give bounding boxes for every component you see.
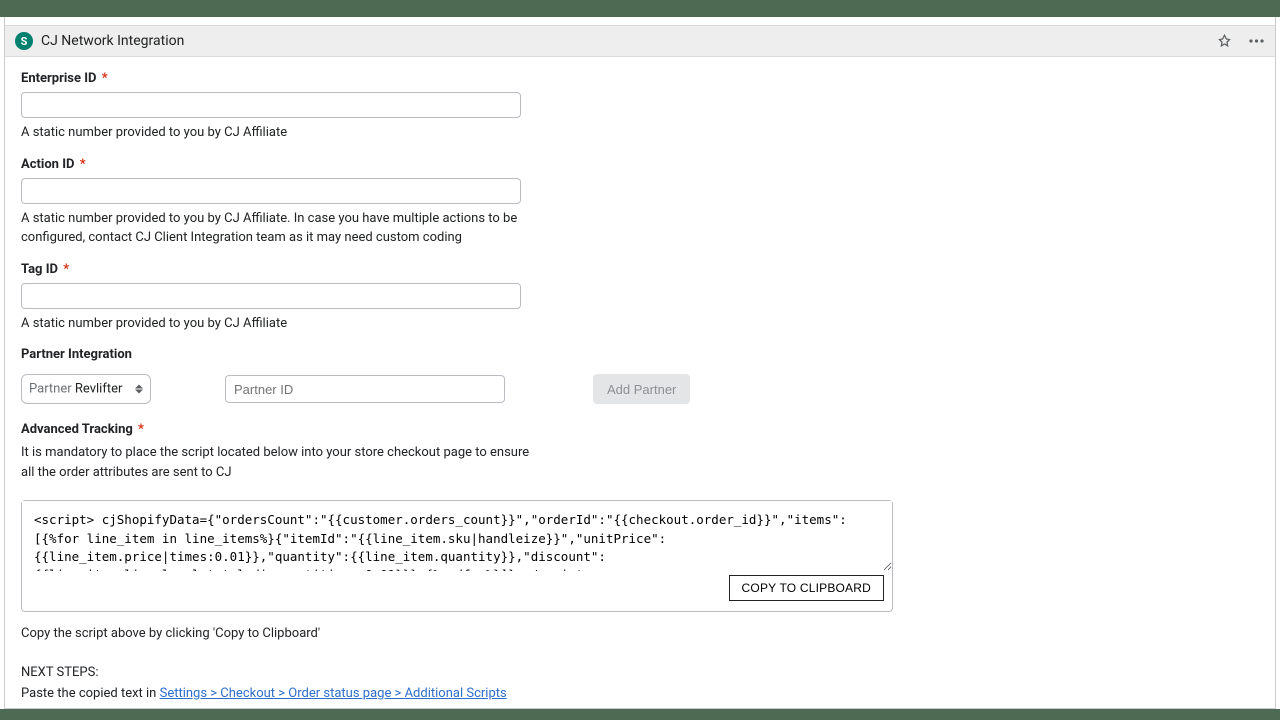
enterprise-id-input[interactable] <box>21 92 521 118</box>
advanced-tracking-label: Advanced Tracking * <box>21 422 1259 437</box>
copy-to-clipboard-button[interactable]: COPY TO CLIPBOARD <box>729 575 884 601</box>
settings-link[interactable]: Settings > Checkout > Order status page … <box>160 686 507 701</box>
partner-select-wrap[interactable]: Partner Revlifter <box>21 374 151 404</box>
app-title: CJ Network Integration <box>41 33 184 49</box>
next-steps-label: NEXT STEPS: <box>21 663 1259 684</box>
copy-help-text: Copy the script above by clicking 'Copy … <box>21 624 1259 645</box>
instruction-line-2: If you already have code in the Addition… <box>21 705 1259 708</box>
add-partner-button[interactable]: Add Partner <box>593 374 690 404</box>
more-icon[interactable] <box>1247 32 1265 50</box>
pin-icon[interactable] <box>1215 32 1233 50</box>
app-frame: S CJ Network Integration Enterprise ID *… <box>4 17 1276 709</box>
partner-id-input[interactable] <box>225 375 505 403</box>
action-id-help: A static number provided to you by CJ Af… <box>21 210 561 248</box>
partner-integration-label: Partner Integration <box>21 347 1259 362</box>
browser-top-bar <box>0 0 1280 17</box>
action-id-label: Action ID * <box>21 157 561 172</box>
chevron-updown-icon <box>135 385 143 394</box>
tag-id-label: Tag ID * <box>21 262 561 277</box>
partner-select[interactable] <box>21 374 151 404</box>
enterprise-id-help: A static number provided to you by CJ Af… <box>21 124 561 143</box>
instruction-line-1: Paste the copied text in Settings > Chec… <box>21 684 1259 705</box>
script-textarea[interactable] <box>22 501 892 571</box>
app-logo: S <box>15 32 33 50</box>
header-bar: S CJ Network Integration <box>5 25 1275 57</box>
browser-bottom-bar <box>0 709 1280 720</box>
tag-id-input[interactable] <box>21 283 521 309</box>
enterprise-id-label: Enterprise ID * <box>21 71 561 86</box>
action-id-input[interactable] <box>21 178 521 204</box>
content-area: Enterprise ID * A static number provided… <box>5 57 1275 708</box>
advanced-tracking-desc: It is mandatory to place the script loca… <box>21 443 541 482</box>
script-box: COPY TO CLIPBOARD <box>21 500 893 612</box>
tag-id-help: A static number provided to you by CJ Af… <box>21 315 561 334</box>
